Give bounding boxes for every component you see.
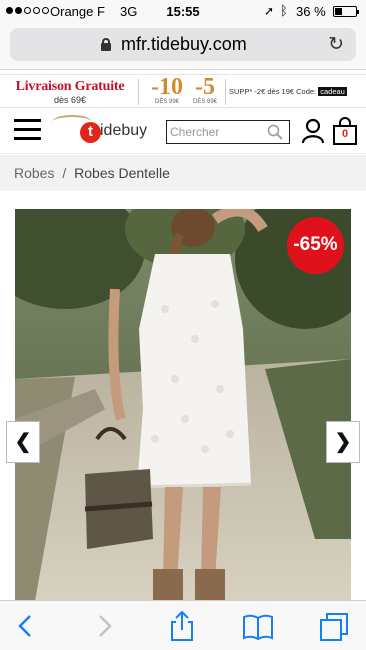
share-icon[interactable] — [165, 610, 199, 642]
user-account-icon[interactable] — [301, 118, 325, 144]
promo-subtitle: dès 69€ — [53, 95, 87, 105]
discount-amount: -5 — [195, 74, 215, 100]
forward-arrow-icon[interactable] — [88, 610, 122, 642]
search-icon[interactable] — [267, 124, 283, 140]
location-arrow-icon: ➚ — [264, 4, 275, 18]
lock-icon — [101, 38, 111, 51]
discount-condition: DÈS 69€ — [192, 99, 217, 105]
battery-icon — [333, 6, 359, 17]
breadcrumb: Robes / Robes Dentelle — [0, 155, 366, 191]
next-image-button[interactable]: ❯ — [326, 421, 360, 463]
breadcrumb-link-robes[interactable]: Robes — [14, 165, 54, 181]
shopping-bag-icon[interactable]: 0 — [332, 117, 358, 145]
discount-offer-1: -10 DÈS 99€ — [148, 75, 186, 105]
promo-code: cadeau — [318, 87, 347, 96]
search-box[interactable] — [166, 120, 290, 144]
breadcrumb-separator: / — [62, 165, 67, 181]
reload-icon[interactable]: ↻ — [328, 33, 344, 56]
tabs-icon[interactable] — [317, 610, 351, 642]
cart-count-badge: 0 — [341, 128, 349, 140]
back-arrow-icon[interactable] — [10, 610, 44, 642]
status-bar: Orange F 3G 15:55 ➚ ᛒ 36 % — [0, 0, 366, 22]
browser-address-bar: mfr.tidebuy.com ↻ — [0, 22, 366, 70]
search-input[interactable] — [170, 123, 262, 141]
logo-text: idebuy — [100, 122, 148, 139]
hamburger-menu-icon[interactable] — [14, 119, 41, 141]
discount-amount: -10 — [151, 74, 183, 100]
url-field[interactable]: mfr.tidebuy.com ↻ — [10, 28, 356, 61]
url-text[interactable]: mfr.tidebuy.com — [121, 34, 247, 55]
discount-badge: -65% — [287, 217, 344, 274]
promo-banner[interactable]: Livraison Gratuite dès 69€ -10 DÈS 99€ -… — [0, 74, 366, 108]
promo-divider — [138, 79, 139, 105]
site-header: t idebuy 0 — [0, 108, 366, 154]
promo-title: Livraison Gratuite — [15, 79, 125, 94]
discount-offer-2: -5 DÈS 69€ — [189, 75, 221, 105]
battery-percentage: 36 % — [296, 4, 326, 19]
bookmarks-icon[interactable] — [241, 610, 275, 642]
previous-image-button[interactable]: ❮ — [6, 421, 40, 463]
tidebuy-logo[interactable]: t idebuy — [52, 112, 157, 148]
bluetooth-icon: ᛒ — [280, 3, 288, 18]
logo-letter: t — [80, 122, 101, 143]
promo-supplement: SUPP* -2€ dès 19€ Code: cadeau — [229, 87, 347, 96]
browser-toolbar — [0, 600, 366, 650]
promo-divider — [225, 79, 226, 105]
promo-supplement-text: SUPP* -2€ dès 19€ Code: — [229, 87, 317, 96]
breadcrumb-current: Robes Dentelle — [74, 165, 170, 181]
